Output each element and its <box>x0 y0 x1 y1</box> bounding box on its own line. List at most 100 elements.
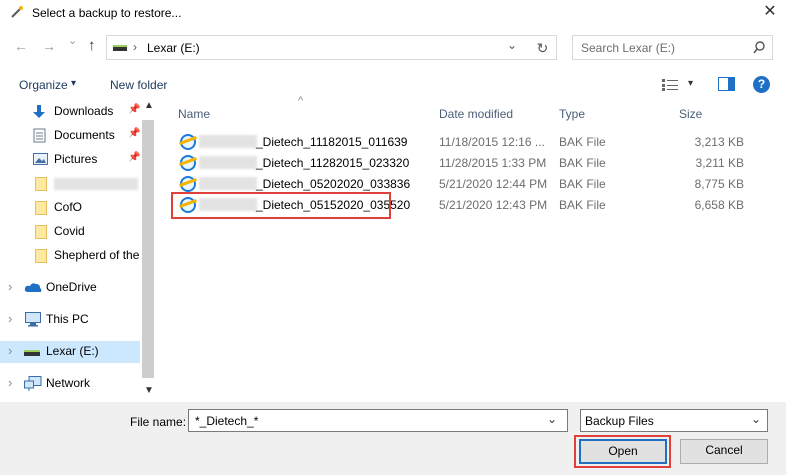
sidebar-item-network[interactable]: › Network <box>0 373 140 395</box>
file-name: _Dietech_11182015_011639 <box>256 135 408 149</box>
folder-icon <box>35 177 47 191</box>
expand-chevron-icon[interactable]: › <box>8 279 12 294</box>
folder-icon <box>35 249 47 263</box>
file-date: 11/18/2015 12:16 ... <box>439 135 545 149</box>
file-date: 11/28/2015 1:33 PM <box>439 156 547 170</box>
folder-icon <box>35 225 47 239</box>
sidebar-item-onedrive[interactable]: › OneDrive <box>0 277 140 299</box>
expand-chevron-icon[interactable]: › <box>8 311 12 326</box>
file-type: BAK File <box>559 198 606 212</box>
help-icon[interactable]: ? <box>753 76 770 93</box>
file-row[interactable]: _Dietech_11282015_023320 11/28/2015 1:33… <box>172 152 772 173</box>
file-row[interactable]: _Dietech_11182015_011639 11/18/2015 12:1… <box>172 131 772 152</box>
file-date: 5/21/2020 12:43 PM <box>439 198 548 212</box>
file-size: 6,658 KB <box>694 198 744 212</box>
breadcrumb-separator: › <box>133 40 137 54</box>
organize-dropdown-icon[interactable]: ▾ <box>71 78 76 89</box>
breadcrumb-location[interactable]: Lexar (E:) <box>147 41 200 55</box>
redacted-label <box>54 178 138 190</box>
back-arrow-icon[interactable]: ← <box>14 38 28 54</box>
file-name-dropdown-icon[interactable]: ⌄ <box>547 412 557 426</box>
navigation-pane: Downloads 📌 Documents 📌 Pictures 📌 CofO … <box>0 96 156 402</box>
view-dropdown-icon[interactable]: ▾ <box>688 78 693 89</box>
search-icon[interactable] <box>753 41 766 57</box>
file-name-input[interactable]: *_Dietech_* ⌄ <box>188 409 568 432</box>
pictures-icon <box>33 153 48 165</box>
organize-button[interactable]: Organize <box>19 78 68 92</box>
file-type-value: Backup Files <box>585 414 654 428</box>
sidebar-item-downloads[interactable]: Downloads 📌 <box>0 101 140 123</box>
backup-file-icon <box>180 176 196 192</box>
scroll-up-icon[interactable]: ▲ <box>144 100 154 111</box>
drive-icon <box>113 45 127 51</box>
sidebar-item-label: Pictures <box>54 152 98 166</box>
sidebar-item-label: CofO <box>54 200 83 214</box>
new-folder-button[interactable]: New folder <box>110 78 167 92</box>
network-icon <box>24 376 42 391</box>
view-options-icon[interactable] <box>662 79 678 94</box>
sidebar-item-label: OneDrive <box>46 280 97 294</box>
file-type-dropdown-icon[interactable]: ⌄ <box>751 412 761 426</box>
sidebar-scroll-thumb[interactable] <box>142 120 154 378</box>
sidebar-item-label: Documents <box>54 128 115 142</box>
sidebar-item-documents[interactable]: Documents 📌 <box>0 125 140 147</box>
search-placeholder: Search Lexar (E:) <box>581 41 676 55</box>
file-name-value: *_Dietech_* <box>195 414 259 428</box>
sidebar-item-cofo[interactable]: CofO <box>0 197 140 219</box>
file-name: _Dietech_11282015_023320 <box>256 156 410 170</box>
recent-locations-icon[interactable]: ⌄ <box>68 34 77 47</box>
sidebar-item-lexar-drive[interactable]: › Lexar (E:) <box>0 341 140 363</box>
column-header-date[interactable]: Date modified <box>439 107 513 121</box>
redacted-text <box>199 177 257 190</box>
pin-icon: 📌 <box>128 128 141 139</box>
backup-file-icon <box>180 155 196 171</box>
highlight-box <box>171 192 391 219</box>
expand-chevron-icon[interactable]: › <box>8 375 12 390</box>
file-name-label: File name: <box>130 415 187 429</box>
refresh-button[interactable]: ↻ <box>529 35 557 60</box>
refresh-icon: ↻ <box>536 40 549 56</box>
download-arrow-icon <box>33 105 45 118</box>
sidebar-item-label: Shepherd of the <box>54 248 140 262</box>
file-size: 8,775 KB <box>694 177 744 191</box>
document-icon <box>33 128 46 143</box>
preview-pane-icon[interactable] <box>718 77 735 91</box>
cancel-button[interactable]: Cancel <box>680 439 768 464</box>
scroll-down-icon[interactable]: ▼ <box>144 385 154 396</box>
up-arrow-icon[interactable]: ↑ <box>88 37 96 54</box>
sidebar-item-label: Downloads <box>54 104 114 118</box>
column-header-size[interactable]: Size <box>679 107 702 121</box>
pin-icon: 📌 <box>128 152 141 163</box>
sidebar-item-label: This PC <box>46 312 89 326</box>
file-size: 3,213 KB <box>694 135 744 149</box>
sidebar-item-pictures[interactable]: Pictures 📌 <box>0 149 140 171</box>
file-row[interactable]: _Dietech_05202020_033836 5/21/2020 12:44… <box>172 173 772 194</box>
sidebar-item-this-pc[interactable]: › This PC <box>0 309 140 331</box>
file-type: BAK File <box>559 135 606 149</box>
search-box[interactable]: Search Lexar (E:) <box>572 35 773 60</box>
close-icon[interactable]: ✕ <box>760 2 780 22</box>
folder-icon <box>35 201 47 215</box>
column-header-name[interactable]: Name <box>178 107 210 121</box>
cloud-icon <box>24 283 42 292</box>
sort-indicator-icon: ^ <box>298 95 304 107</box>
sidebar-item-shepherd[interactable]: Shepherd of the <box>0 245 140 267</box>
computer-icon <box>25 312 41 327</box>
address-bar[interactable]: › Lexar (E:) ⌄ <box>106 35 557 60</box>
file-size: 3,211 KB <box>695 156 744 170</box>
title-bar: Select a backup to restore... ✕ <box>0 0 786 28</box>
sidebar-item-label: Covid <box>54 224 85 238</box>
pin-icon: 📌 <box>128 104 141 115</box>
sidebar-item-redacted-folder[interactable] <box>0 173 140 195</box>
file-type-select[interactable]: Backup Files ⌄ <box>580 409 768 432</box>
drive-icon <box>24 350 40 356</box>
backup-file-icon <box>180 134 196 150</box>
sidebar-item-label: Network <box>46 376 91 390</box>
sidebar-item-covid[interactable]: Covid <box>0 221 140 243</box>
open-button[interactable]: Open <box>579 439 667 464</box>
column-header-type[interactable]: Type <box>559 107 585 121</box>
file-type: BAK File <box>559 156 606 170</box>
address-dropdown-icon[interactable]: ⌄ <box>507 38 517 52</box>
forward-arrow-icon[interactable]: → <box>42 38 56 54</box>
expand-chevron-icon[interactable]: › <box>8 343 12 358</box>
